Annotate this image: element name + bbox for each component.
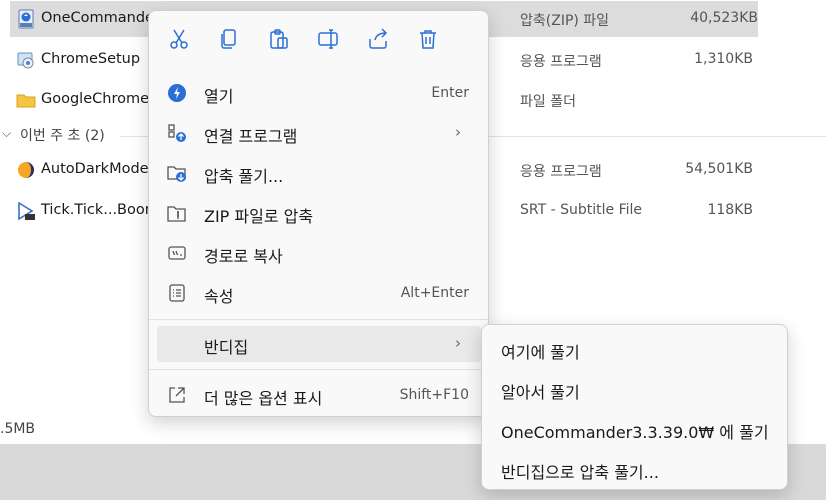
file-type: 응용 프로그램 [520, 54, 602, 70]
menu-item-label: 더 많은 옵션 표시 [204, 389, 323, 408]
bandizip-submenu: 여기에 풀기 알아서 풀기 OneCommander3.3.39.0₩ 에 풀기… [481, 324, 788, 490]
file-type: 파일 폴더 [520, 94, 576, 110]
open-with-icon [167, 123, 187, 143]
context-toolbar [149, 11, 488, 67]
rename-icon[interactable] [316, 27, 340, 51]
menu-item-properties[interactable]: 속성 Alt+Enter [157, 275, 481, 311]
file-name: GoogleChromeP [41, 91, 158, 107]
file-name: OneCommander [41, 10, 160, 26]
menu-item-label: 연결 프로그램 [204, 127, 298, 146]
menu-item-label: 열기 [204, 87, 234, 106]
submenu-item-label: OneCommander3.3.39.0₩ 에 풀기 [501, 423, 769, 442]
srt-file-icon [16, 201, 36, 221]
properties-icon [167, 283, 187, 303]
auto-dark-icon [16, 160, 36, 180]
submenu-item-extract-with-bandizip[interactable]: 반디집으로 압축 풀기... [490, 450, 780, 486]
file-name: ChromeSetup [41, 51, 141, 67]
file-name: AutoDarkMode> [41, 161, 161, 177]
chevron-down-icon: ⌵ [2, 126, 12, 140]
file-size: 1,310KB [694, 51, 753, 67]
status-bar-size: .5MB [0, 421, 36, 437]
chevron-right-icon: › [455, 334, 461, 352]
menu-separator [149, 369, 488, 370]
zip-compress-icon [167, 203, 187, 223]
submenu-item-label: 알아서 풀기 [501, 383, 580, 402]
menu-item-shortcut: Alt+Enter [400, 285, 469, 301]
menu-item-bandizip[interactable]: 반디집 › [157, 326, 481, 362]
file-type: SRT - Subtitle File [520, 202, 642, 218]
menu-item-shortcut: Shift+F10 [399, 387, 469, 403]
cut-icon[interactable] [167, 27, 191, 51]
menu-item-open[interactable]: 열기 Enter [157, 75, 481, 111]
folder-icon [16, 90, 36, 110]
file-type: 압축(ZIP) 파일 [520, 13, 610, 29]
menu-item-label: ZIP 파일로 압축 [204, 207, 314, 226]
installer-icon [16, 50, 36, 70]
chevron-right-icon: › [455, 123, 461, 141]
menu-item-more-options[interactable]: 더 많은 옵션 표시 Shift+F10 [157, 377, 481, 413]
file-type: 응용 프로그램 [520, 164, 602, 180]
delete-icon[interactable] [416, 27, 440, 51]
submenu-item-extract-to-folder[interactable]: OneCommander3.3.39.0₩ 에 풀기 [490, 410, 780, 446]
open-icon [167, 83, 187, 103]
menu-item-open-with[interactable]: 연결 프로그램 › [157, 115, 481, 151]
submenu-item-smart-extract[interactable]: 알아서 풀기 [490, 370, 780, 406]
share-icon[interactable] [366, 27, 390, 51]
menu-item-label: 경로로 복사 [204, 247, 283, 266]
menu-item-shortcut: Enter [431, 85, 469, 101]
menu-item-label: 속성 [204, 287, 234, 306]
group-label: 이번 주 초 (2) [20, 128, 105, 144]
paste-icon[interactable] [267, 27, 291, 51]
context-menu: 열기 Enter 연결 프로그램 › 압축 풀기... ZIP 파일로 압축 경… [148, 10, 489, 417]
menu-item-label: 압축 풀기... [204, 167, 284, 186]
file-size: 118KB [707, 202, 753, 218]
menu-item-copy-path[interactable]: 경로로 복사 [157, 235, 481, 271]
file-size: 54,501KB [685, 161, 753, 177]
zip-icon [16, 9, 36, 29]
menu-item-extract[interactable]: 압축 풀기... [157, 155, 481, 191]
extract-icon [167, 163, 187, 183]
menu-item-compress-zip[interactable]: ZIP 파일로 압축 [157, 195, 481, 231]
submenu-item-label: 여기에 풀기 [501, 343, 580, 362]
file-name: Tick.Tick...Boom [41, 202, 159, 218]
file-size: 40,523KB [690, 10, 758, 26]
copy-icon[interactable] [217, 27, 241, 51]
copy-path-icon [167, 243, 187, 263]
submenu-item-label: 반디집으로 압축 풀기... [501, 463, 659, 482]
more-options-icon [167, 385, 187, 405]
submenu-item-extract-here[interactable]: 여기에 풀기 [490, 330, 780, 366]
menu-item-label: 반디집 [204, 338, 249, 357]
menu-separator [149, 319, 488, 320]
